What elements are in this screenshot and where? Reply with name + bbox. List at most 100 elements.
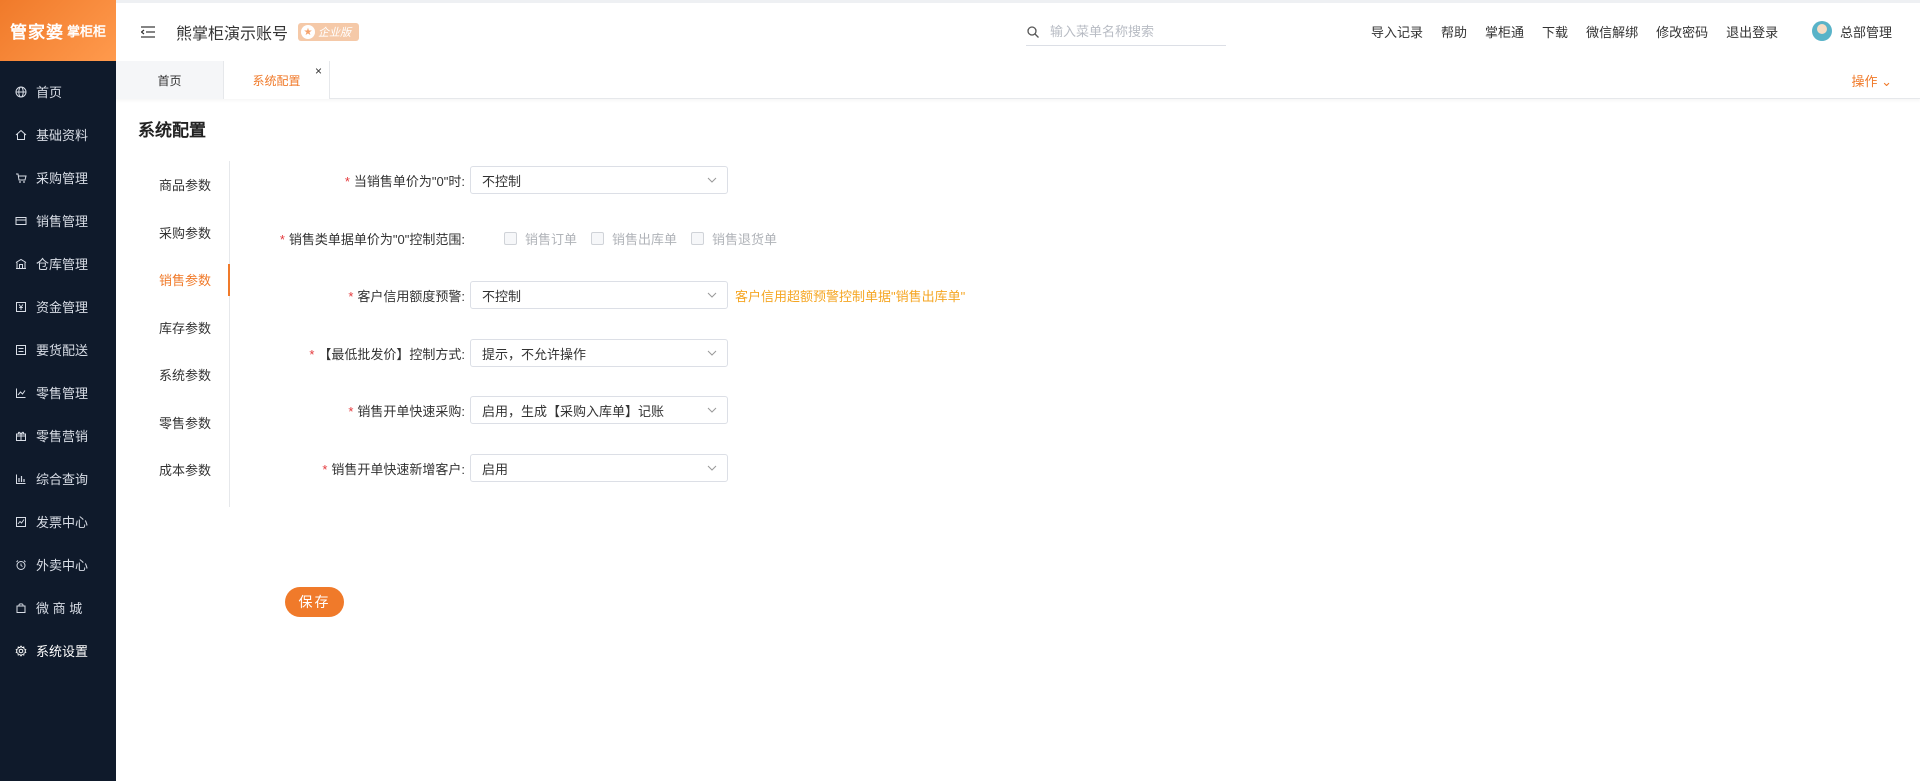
save-button[interactable]: 保存 xyxy=(285,587,344,617)
sidebar-item-label: 采购管理 xyxy=(36,171,89,186)
sidebar-item-invoice[interactable]: 发票中心 xyxy=(0,500,116,543)
zhanggui-link[interactable]: 掌柜通 xyxy=(1485,22,1524,41)
tab-home[interactable]: 首页 xyxy=(116,61,223,99)
subnav-item-inventory[interactable]: 库存参数 xyxy=(138,304,229,352)
user-name: 总部管理 xyxy=(1840,24,1893,40)
chevron-down-icon xyxy=(707,350,717,356)
zero-price-label: * 当销售单价为"0"时: xyxy=(344,174,465,189)
menu-collapse-icon[interactable] xyxy=(138,22,158,42)
sidebar-nav: 首页 基础资料 采购管理 销售管理 仓库管理 资金管理 要货配送 零售管理 零售… xyxy=(0,70,116,672)
sidebar-item-delivery[interactable]: 要货配送 xyxy=(0,328,116,371)
sidebar-item-basic-data[interactable]: 基础资料 xyxy=(0,113,116,156)
import-records-link[interactable]: 导入记录 xyxy=(1371,22,1423,41)
credit-warning-label: * 客户信用额度预警: xyxy=(348,289,465,304)
download-link[interactable]: 下载 xyxy=(1542,22,1568,41)
sidebar-item-label: 发票中心 xyxy=(36,515,89,530)
edition-badge: ★ 企业版 xyxy=(298,23,360,41)
check-sales-return[interactable]: 销售退货单 xyxy=(691,229,777,248)
sidebar-item-mall[interactable]: 微 商 城 xyxy=(0,586,116,629)
chevron-down-icon xyxy=(707,177,717,183)
warehouse-icon xyxy=(14,257,28,271)
wechat-unbind-link[interactable]: 微信解绑 xyxy=(1586,22,1638,41)
check-sales-outbound[interactable]: 销售出库单 xyxy=(591,229,677,248)
edition-badge-label: 企业版 xyxy=(318,27,352,39)
chart-icon xyxy=(14,386,28,400)
zero-price-select[interactable]: 不控制 xyxy=(470,166,728,194)
quick-customer-select[interactable]: 启用 xyxy=(470,454,728,482)
sidebar-item-takeout[interactable]: 外卖中心 xyxy=(0,543,116,586)
credit-warning-value: 不控制 xyxy=(482,288,522,304)
sidebar-item-warehouse[interactable]: 仓库管理 xyxy=(0,242,116,285)
page-title: 系统配置 xyxy=(138,121,206,140)
logo-brand: 管家婆 xyxy=(9,23,64,43)
subnav-item-retail[interactable]: 零售参数 xyxy=(138,399,229,447)
chevron-down-icon xyxy=(707,465,717,471)
operations-dropdown[interactable]: 操作 ⌄ xyxy=(1851,71,1892,90)
logout-link[interactable]: 退出登录 xyxy=(1726,22,1778,41)
globe-icon xyxy=(14,85,28,99)
sidebar-item-settings[interactable]: 系统设置 xyxy=(0,629,116,672)
subnav-item-sales[interactable]: 销售参数 xyxy=(138,256,230,304)
checkbox[interactable] xyxy=(691,232,705,245)
sidebar-item-query[interactable]: 综合查询 xyxy=(0,457,116,500)
quick-purchase-select[interactable]: 启用，生成【采购入库单】记账 xyxy=(470,396,728,424)
menu-search xyxy=(1026,18,1226,46)
sidebar-item-label: 要货配送 xyxy=(36,343,89,358)
sidebar-item-label: 外卖中心 xyxy=(36,558,89,573)
sidebar-item-label: 综合查询 xyxy=(36,472,89,487)
subnav-item-purchase[interactable]: 采购参数 xyxy=(138,209,229,257)
checkbox[interactable] xyxy=(504,232,517,245)
tab-system-config[interactable]: 系统配置 xyxy=(223,61,330,99)
home-icon xyxy=(14,128,28,142)
sidebar-item-home[interactable]: 首页 xyxy=(0,70,116,113)
list-icon xyxy=(14,343,28,357)
sidebar-item-label: 系统设置 xyxy=(36,644,89,659)
quick-purchase-value: 启用，生成【采购入库单】记账 xyxy=(482,403,665,419)
quick-customer-value: 启用 xyxy=(482,461,509,477)
required-mark: * xyxy=(348,404,354,419)
checkbox[interactable] xyxy=(591,232,605,245)
user-menu[interactable]: 总部管理 xyxy=(1812,21,1892,41)
gift-icon xyxy=(14,429,28,443)
money-icon xyxy=(14,300,28,314)
alarm-icon xyxy=(14,558,28,572)
quick-customer-label: * 销售开单快速新增客户: xyxy=(322,462,465,477)
cart-icon xyxy=(14,171,28,185)
sidebar-item-retail[interactable]: 零售管理 xyxy=(0,371,116,414)
logo-sub: 掌柜柜 xyxy=(66,24,106,39)
required-mark: * xyxy=(344,174,350,189)
chevron-down-icon xyxy=(707,407,717,413)
sales-card-icon xyxy=(14,214,28,228)
logo[interactable]: 管家婆 掌柜柜 xyxy=(0,0,116,61)
subnav-item-product[interactable]: 商品参数 xyxy=(138,161,229,209)
min-wholesale-select[interactable]: 提示，不允许操作 xyxy=(470,339,728,367)
search-icon xyxy=(1027,25,1039,38)
sidebar-item-label: 零售营销 xyxy=(36,429,89,444)
bar-chart-icon xyxy=(14,472,28,486)
sidebar-item-marketing[interactable]: 零售营销 xyxy=(0,414,116,457)
subnav-item-system[interactable]: 系统参数 xyxy=(138,351,229,399)
min-wholesale-label: * 【最低批发价】控制方式: xyxy=(309,347,465,362)
required-mark: * xyxy=(348,289,354,304)
credit-warning-select[interactable]: 不控制 xyxy=(470,281,728,309)
min-wholesale-value: 提示，不允许操作 xyxy=(482,346,587,362)
change-password-link[interactable]: 修改密码 xyxy=(1656,22,1708,41)
sidebar: 管家婆 掌柜柜 首页 基础资料 采购管理 销售管理 仓库管理 资金管理 要货配送… xyxy=(0,0,116,781)
sidebar-item-sales[interactable]: 销售管理 xyxy=(0,199,116,242)
check-sales-order[interactable]: 销售订单 xyxy=(504,229,577,248)
sidebar-item-purchase[interactable]: 采购管理 xyxy=(0,156,116,199)
zero-price-value: 不控制 xyxy=(482,173,522,189)
sidebar-item-label: 资金管理 xyxy=(36,300,89,315)
subnav-item-cost[interactable]: 成本参数 xyxy=(138,446,229,494)
close-icon[interactable]: × xyxy=(315,64,322,78)
search-input[interactable] xyxy=(1050,24,1220,39)
sidebar-item-label: 首页 xyxy=(36,85,63,100)
sidebar-item-label: 基础资料 xyxy=(36,128,89,143)
gear-icon xyxy=(14,644,28,658)
star-icon: ★ xyxy=(301,25,316,39)
sidebar-item-funds[interactable]: 资金管理 xyxy=(0,285,116,328)
config-subnav: 商品参数 采购参数 销售参数 库存参数 系统参数 零售参数 成本参数 xyxy=(138,161,230,507)
invoice-icon xyxy=(14,515,28,529)
help-link[interactable]: 帮助 xyxy=(1441,22,1467,41)
account-title: 熊掌柜演示账号 xyxy=(176,26,289,43)
